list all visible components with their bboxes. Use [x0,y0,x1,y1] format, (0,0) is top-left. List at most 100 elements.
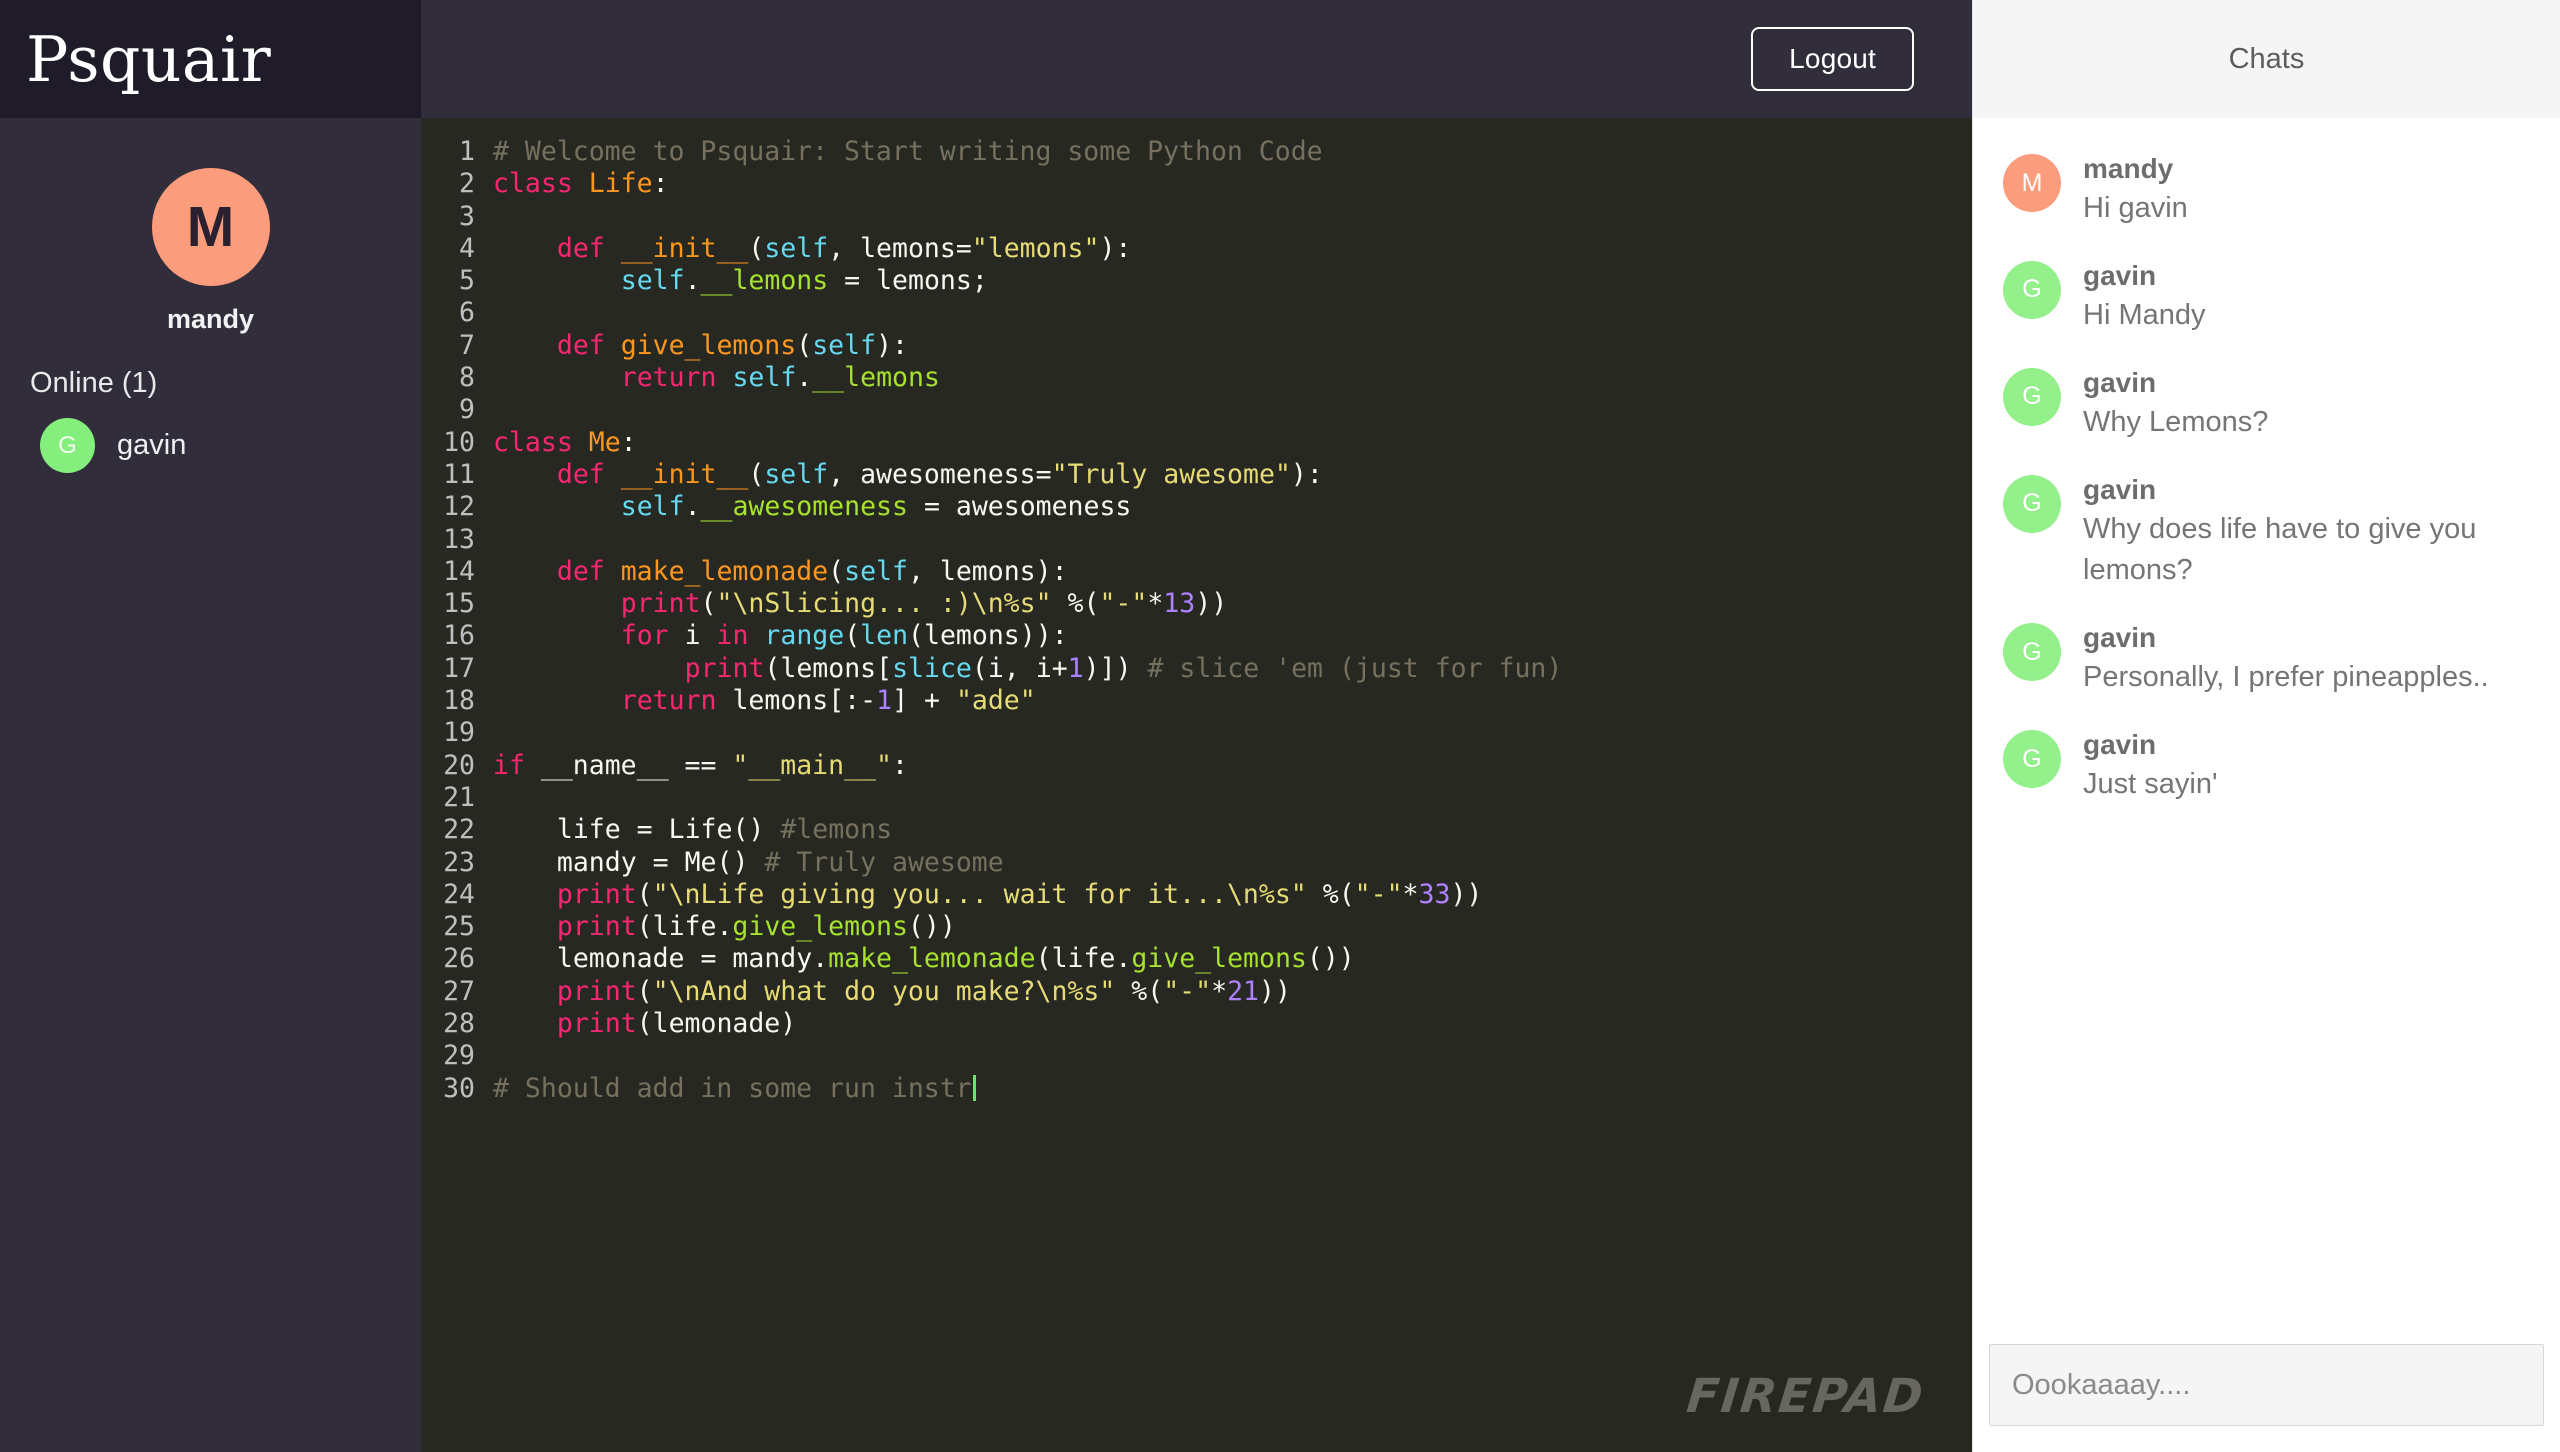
line-number: 19 [443,717,475,749]
code-line[interactable]: 30 # Should add in some run instr [421,1073,1972,1105]
code-line[interactable]: 7 def give_lemons(self): [421,330,1972,362]
line-number: 30 [443,1072,475,1104]
online-count-label: Online (1) [30,367,158,399]
chat-header-title: Chats [2228,42,2305,75]
chat-input-wrap [1973,1326,2560,1452]
chat-message-list[interactable]: Mmandy Hi gavin Ggavin Hi Mandy Ggavin Why Le… [1973,118,2560,1326]
code-editor[interactable]: 1 # Welcome to Psquair: Start writing som… [421,118,1972,1452]
code-line[interactable]: 13 [421,524,1972,556]
code-line[interactable]: 6 [421,297,1972,329]
code-line[interactable]: 10 class Me: [421,427,1972,459]
code-line[interactable]: 22 life = Life() #lemons [421,814,1972,846]
chat-message[interactable]: Mmandy Hi gavin [1973,150,2560,257]
chat-message-text: Hi gavin [2083,191,2188,224]
code-line[interactable]: 19 [421,717,1972,749]
chat-message-text: Why does life have to give you lemons? [2083,512,2477,586]
line-number: 6 [459,297,475,329]
chat-message[interactable]: Ggavin Personally, I prefer pineapples.. [1973,619,2560,726]
code-line[interactable]: 2 class Life: [421,168,1972,200]
avatar: G [2003,260,2061,319]
code-line[interactable]: 29 [421,1040,1972,1072]
line-number: 8 [459,362,475,394]
chat-message-body: mandy Hi gavin [2083,150,2188,229]
chat-message-text: Hi Mandy [2083,298,2206,331]
line-number: 27 [443,975,475,1007]
chat-message[interactable]: Ggavin Hi Mandy [1973,257,2560,364]
code-line[interactable]: 8 return self.__lemons [421,362,1972,394]
topbar: Logout [421,0,1972,118]
chat-message-author: gavin [2083,259,2157,291]
code-line[interactable]: 25 print(life.give_lemons()) [421,911,1972,943]
avatar: G [2003,367,2061,426]
avatar: G [2003,730,2061,789]
app-root: Psquair M mandy Online (1) G gavin Logou… [0,0,2560,1452]
logout-button[interactable]: Logout [1751,27,1914,91]
chat-message-author: gavin [2083,366,2157,398]
code-line[interactable]: 14 def make_lemonade(self, lemons): [421,556,1972,588]
app-title: Psquair [26,22,272,96]
code-line[interactable]: 23 mandy = Me() # Truly awesome [421,847,1972,879]
chat-header: Chats [1973,0,2560,118]
chat-panel: Chats Mmandy Hi gavin Ggavin Hi Mandy Ggavin… [1972,0,2560,1452]
code-line[interactable]: 1 # Welcome to Psquair: Start writing som… [421,136,1972,168]
line-number: 22 [443,814,475,846]
line-number: 4 [459,232,475,264]
profile-block: M mandy [0,118,421,335]
code-line[interactable]: 21 [421,782,1972,814]
online-user-name: gavin [117,429,187,461]
line-number: 7 [459,329,475,361]
line-number: 10 [443,426,475,458]
line-number: 12 [443,491,475,523]
chat-message[interactable]: Ggavin Why does life have to give you lem… [1973,471,2560,619]
code-line[interactable]: 24 print("\nLife giving you... wait for … [421,879,1972,911]
chat-message-author: gavin [2083,729,2157,761]
chat-message[interactable]: Ggavin Just sayin' [1973,726,2560,833]
code-line[interactable]: 20 if __name__ == "__main__": [421,750,1972,782]
chat-message[interactable]: Ggavin Why Lemons? [1973,364,2560,471]
chat-message-text: Just sayin' [2083,767,2218,800]
chat-message-body: gavin Why does life have to give you lemo… [2083,471,2513,591]
code-line[interactable]: 26 lemonade = mandy.make_lemonade(life.g… [421,943,1972,975]
brand-bar: Psquair [0,0,421,118]
chat-message-text: Why Lemons? [2083,405,2269,438]
avatar: G [2003,474,2061,533]
line-number: 25 [443,911,475,943]
line-number: 13 [443,523,475,555]
line-number: 2 [459,168,475,200]
chat-message-author: gavin [2083,473,2157,505]
code-line[interactable]: 11 def __init__(self, awesomeness="Truly… [421,459,1972,491]
code-line[interactable]: 12 self.__awesomeness = awesomeness [421,491,1972,523]
code-line[interactable]: 27 print("\nAnd what do you make?\n%s" %… [421,976,1972,1008]
chat-message-body: gavin Just sayin' [2083,726,2217,805]
avatar: G [2003,623,2061,682]
avatar: M [2003,154,2061,212]
chat-message-body: gavin Why Lemons? [2083,364,2268,443]
line-number: 9 [459,394,475,426]
code-line[interactable]: 28 print(lemonade) [421,1008,1972,1040]
firepad-watermark: FIREPAD [1683,1369,1927,1424]
chat-message-input[interactable] [1989,1344,2544,1426]
line-number: 26 [443,943,475,975]
code-line[interactable]: 4 def __init__(self, lemons="lemons"): [421,233,1972,265]
code-line[interactable]: 9 [421,394,1972,426]
line-number: 11 [443,458,475,490]
line-number: 5 [459,265,475,297]
chat-message-author: gavin [2083,622,2157,654]
code-line[interactable]: 3 [421,201,1972,233]
chat-message-author: mandy [2083,153,2174,184]
code-line[interactable]: 16 for i in range(len(lemons)): [421,620,1972,652]
text-cursor [972,1074,976,1101]
chat-message-text: Personally, I prefer pineapples.. [2083,660,2489,693]
code-line[interactable]: 15 print("\nSlicing... :)\n%s" %("-"*13)… [421,588,1972,620]
code-surface[interactable]: 1 # Welcome to Psquair: Start writing som… [421,136,1972,1105]
profile-name: mandy [166,304,255,334]
code-line[interactable]: 18 return lemons[:-1] + "ade" [421,685,1972,717]
line-number: 14 [443,555,475,587]
online-user-item[interactable]: G gavin [0,418,421,473]
code-line[interactable]: 17 print(lemons[slice(i, i+1)]) # slice … [421,653,1972,685]
line-number: 1 [459,136,475,167]
code-line[interactable]: 5 self.__lemons = lemons; [421,265,1972,297]
sidebar: Psquair M mandy Online (1) G gavin [0,0,421,1452]
line-number: 21 [443,781,475,813]
avatar: M [151,168,270,286]
